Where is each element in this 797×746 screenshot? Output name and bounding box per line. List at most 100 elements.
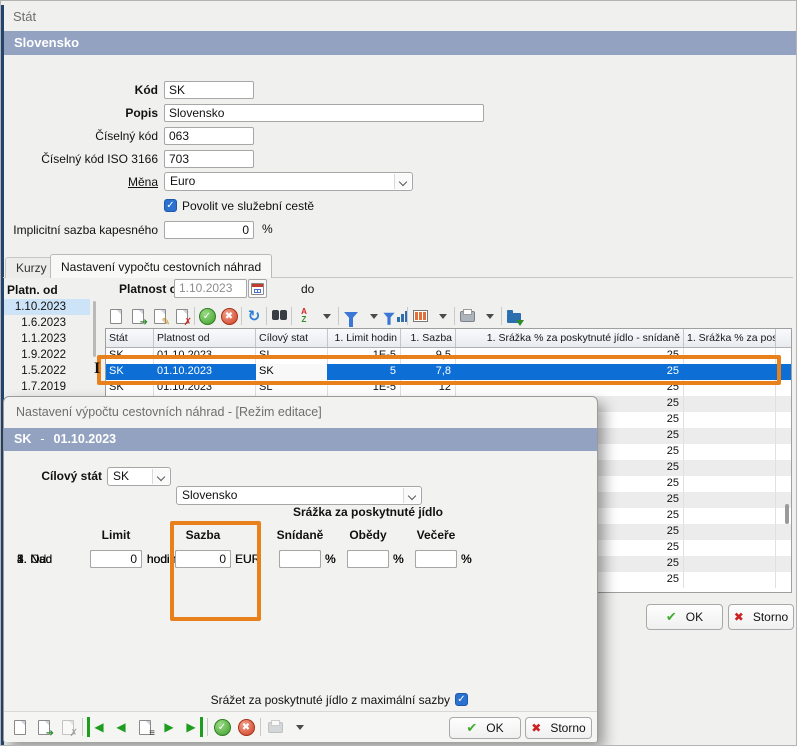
dialog-ok-button[interactable]: ✔ OK — [449, 717, 521, 739]
col-srazka-snidane[interactable]: 1. Srážka % za poskytnuté jídlo - snídan… — [456, 329, 684, 347]
columns-button[interactable] — [410, 306, 430, 326]
snidane-field[interactable] — [279, 550, 321, 568]
refresh-button[interactable]: ↻ — [244, 306, 264, 326]
dialog-storno-button[interactable]: ✖ Storno — [525, 717, 592, 739]
filter-icon — [344, 312, 358, 320]
first-record-icon: ◀ — [94, 721, 103, 733]
limit-row: 5. Nad 0 hodin 0 EUR % % % — [4, 550, 597, 568]
max-sazba-checkbox[interactable]: ✓ — [455, 693, 468, 706]
vecere-field[interactable] — [415, 550, 457, 568]
popis-label: Popis — [1, 105, 158, 122]
print-dropdown-button[interactable] — [289, 717, 309, 737]
edit-record-button[interactable]: ✎ — [150, 306, 170, 326]
search-button[interactable] — [269, 306, 289, 326]
sort-button[interactable]: AZ — [294, 306, 314, 326]
print-button[interactable] — [457, 306, 477, 326]
print-dropdown-button[interactable] — [479, 306, 499, 326]
povolit-label: Povolit ve služební cestě — [182, 199, 314, 213]
filter-dropdown-button[interactable] — [363, 306, 383, 326]
confirm-button[interactable]: ✓ — [197, 306, 217, 326]
iso-kod-field[interactable]: 703 — [164, 150, 254, 168]
new-record-button[interactable] — [10, 717, 30, 737]
col-sazba[interactable]: 1. Sazba — [401, 329, 456, 347]
mena-label[interactable]: Měna — [1, 174, 158, 191]
limit-field[interactable]: 0 — [90, 550, 142, 568]
col-limit-hodin[interactable]: 1. Limit hodin — [328, 329, 401, 347]
date-list-scrollbar[interactable] — [93, 301, 96, 357]
povolit-checkbox[interactable]: ✓ — [164, 199, 177, 212]
list-item[interactable]: 1.10.2023 — [4, 299, 90, 315]
delete-record-icon: ✗ — [62, 720, 74, 735]
ok-button[interactable]: ✔ OK — [646, 604, 723, 630]
col-cilovy-stat[interactable]: Cílový stat — [256, 329, 328, 347]
print-button[interactable] — [265, 717, 285, 737]
max-sazba-checkbox-label: Srážet za poskytnuté jídlo z maximální s… — [104, 693, 450, 707]
kapesne-field[interactable]: 0 — [164, 221, 254, 239]
printer-icon — [268, 722, 283, 733]
list-item[interactable]: 1.6.2023 — [4, 315, 90, 331]
export-button[interactable] — [504, 306, 524, 326]
next-record-icon: ▶ — [164, 721, 173, 733]
copy-record-button[interactable]: ➜ — [128, 306, 148, 326]
vecere-column-header: Večeře — [415, 528, 457, 542]
tab-nastaveni-nahrad[interactable]: Nastavení vypočtu cestovních náhrad — [50, 254, 272, 278]
previous-record-button[interactable]: ◀ — [111, 717, 131, 737]
col-stat[interactable]: Stát — [106, 329, 154, 347]
calendar-icon — [251, 283, 264, 295]
chevron-down-icon[interactable] — [152, 469, 169, 484]
edit-dialog: Nastavení výpočtu cestovních náhrad - [R… — [3, 396, 598, 742]
filter-button[interactable] — [341, 306, 361, 326]
chevron-down-icon[interactable] — [403, 488, 420, 503]
table-scrollbar[interactable] — [785, 504, 789, 524]
text-cursor: I — [94, 360, 100, 378]
printer-icon — [460, 311, 475, 322]
caret-down-icon — [486, 314, 494, 319]
list-item[interactable]: 1.1.2023 — [4, 331, 90, 347]
next-record-button[interactable]: ▶ — [159, 717, 179, 737]
cancel-button[interactable]: ✖ — [219, 306, 239, 326]
confirm-button[interactable]: ✓ — [212, 717, 232, 737]
storno-button[interactable]: ✖ Storno — [728, 604, 794, 630]
col-srazka-next[interactable]: 1. Srážka % za pos — [684, 329, 776, 347]
first-record-button[interactable]: ◀ — [87, 717, 107, 737]
cilovy-stat-code-select[interactable]: SK — [107, 467, 171, 486]
browse-records-button[interactable]: ≡ — [135, 717, 155, 737]
list-item[interactable]: 1.7.2019 — [4, 379, 90, 395]
confirm-icon: ✓ — [214, 719, 231, 736]
table-row[interactable]: SK 01.10.2023 SL 1E-5 12 25 — [106, 380, 791, 396]
list-item[interactable]: 1.9.2022 — [4, 347, 90, 363]
ciselny-kod-label: Číselný kód — [1, 128, 158, 145]
edit-record-icon: ✎ — [154, 309, 166, 324]
table-row[interactable]: SK 01.10.2023 SK 5 7,8 25 — [106, 364, 791, 380]
copy-record-button[interactable]: ➜ — [34, 717, 54, 737]
browse-records-icon: ≡ — [139, 720, 151, 735]
last-record-button[interactable]: ▶ — [183, 717, 203, 737]
check-icon: ✓ — [166, 200, 174, 211]
dialog-header: SK-01.10.2023 — [4, 428, 597, 451]
new-record-icon — [110, 309, 122, 324]
list-item[interactable]: 1.5.2022 — [4, 363, 90, 379]
cancel-icon: ✖ — [221, 308, 238, 325]
ciselny-kod-field[interactable]: 063 — [164, 127, 254, 145]
cilovy-stat-name-select[interactable]: Slovensko — [176, 486, 422, 505]
obedy-field[interactable] — [347, 550, 389, 568]
platnost-od-input[interactable]: 1.10.2023 — [174, 279, 247, 298]
kod-field[interactable]: SK — [164, 81, 254, 99]
record-header: Slovensko — [4, 31, 796, 55]
col-platnost-od[interactable]: Platnost od — [154, 329, 256, 347]
filter-chart-icon — [383, 313, 394, 319]
table-row[interactable]: SK 01.10.2023 SI 1E-5 9,5 25 — [106, 348, 791, 364]
filter-analysis-button[interactable] — [385, 306, 405, 326]
new-record-button[interactable] — [106, 306, 126, 326]
mena-select[interactable]: Euro — [164, 172, 413, 191]
calendar-button[interactable] — [248, 279, 267, 298]
columns-dropdown-button[interactable] — [432, 306, 452, 326]
table-header-row: Stát Platnost od Cílový stat 1. Limit ho… — [106, 329, 791, 348]
delete-record-button[interactable]: ✗ — [172, 306, 192, 326]
sort-dropdown-button[interactable] — [316, 306, 336, 326]
sazba-field[interactable]: 0 — [175, 550, 231, 568]
delete-record-button[interactable]: ✗ — [58, 717, 78, 737]
chevron-down-icon[interactable] — [394, 174, 411, 189]
popis-field[interactable]: Slovensko — [164, 104, 484, 122]
cancel-button[interactable]: ✖ — [236, 717, 256, 737]
